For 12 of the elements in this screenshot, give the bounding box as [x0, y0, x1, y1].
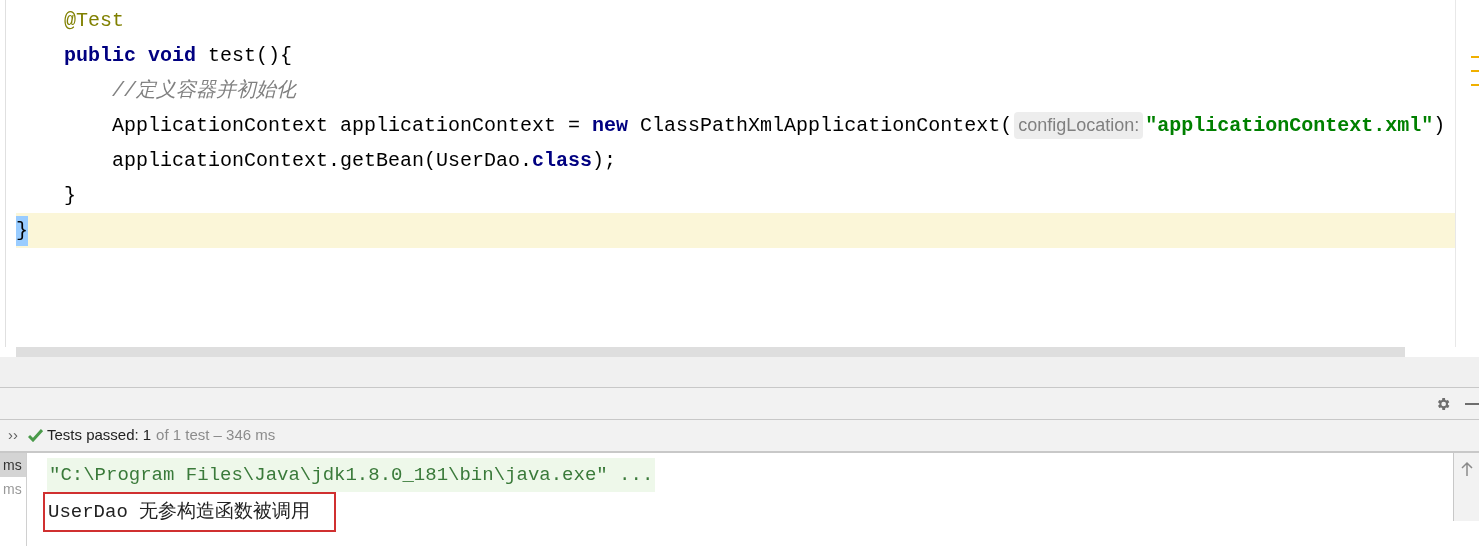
tests-passed-label: Tests passed: [47, 425, 139, 446]
parameter-hint: configLocation: [1014, 112, 1144, 139]
check-icon [28, 429, 43, 442]
settings-icon[interactable] [1435, 395, 1451, 412]
test-summary: of 1 test – 346 ms [156, 425, 276, 446]
minimize-icon[interactable] [1465, 402, 1479, 405]
duration-label[interactable]: ms [0, 453, 26, 477]
console-output: UserDao 无参构造函数被调用 [43, 492, 337, 532]
passed-count: 1 [142, 425, 152, 446]
expand-toggle[interactable]: ›› [8, 424, 18, 447]
scroll-up-icon[interactable] [1460, 461, 1473, 477]
warning-marker-icon[interactable] [1471, 56, 1479, 86]
